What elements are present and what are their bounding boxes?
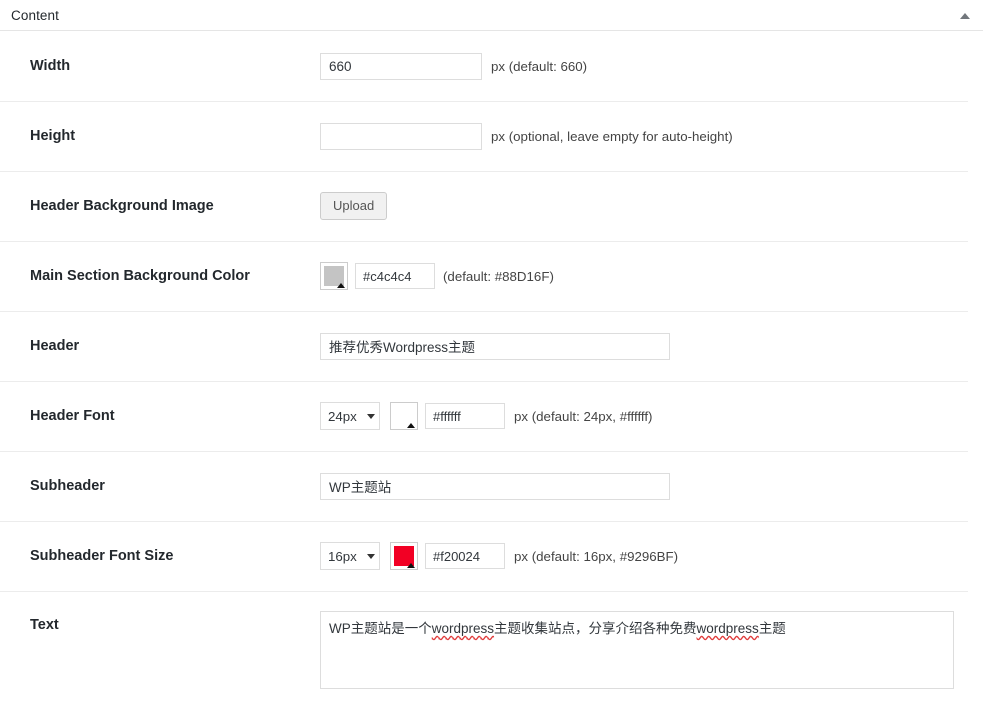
main-bg-color-helper-text: (default: #88D16F) <box>443 269 554 284</box>
row-label-subheader-font-size: Subheader Font Size <box>30 547 320 566</box>
row-header-background-image: Header Background Image Upload <box>0 171 983 241</box>
row-label-width: Width <box>30 57 320 76</box>
row-field-header-font: 24px px (default: 24px, #ffffff) <box>320 402 983 430</box>
row-subheader-font-size: Subheader Font Size 16px px (default: 16… <box>0 521 983 591</box>
row-label-header: Header <box>30 337 320 356</box>
header-font-color-hex-input[interactable] <box>425 403 505 429</box>
caret-up-icon <box>407 423 415 428</box>
text-part-5: 主题 <box>759 621 786 636</box>
upload-button[interactable]: Upload <box>320 192 387 220</box>
row-field-header <box>320 333 983 360</box>
collapse-panel-button[interactable] <box>957 8 973 24</box>
text-part-1: WP主题站是一个 <box>329 621 432 636</box>
caret-up-icon <box>960 13 970 19</box>
chevron-down-icon <box>367 554 375 559</box>
main-bg-color-hex-input[interactable] <box>355 263 435 289</box>
row-field-text: WP主题站是一个wordpress主题收集站点，分享介绍各种免费wordpres… <box>320 611 983 689</box>
row-label-main-section-background-color: Main Section Background Color <box>30 267 320 286</box>
header-font-size-select[interactable]: 24px <box>320 402 380 430</box>
width-input[interactable] <box>320 53 482 80</box>
row-field-header-background-image: Upload <box>320 192 983 220</box>
row-field-subheader <box>320 473 983 500</box>
settings-rows: Width px (default: 660) Height px (optio… <box>0 31 983 689</box>
caret-up-icon <box>337 283 345 288</box>
panel-header: Content <box>0 0 983 31</box>
subheader-font-color-hex-input[interactable] <box>425 543 505 569</box>
row-width: Width px (default: 660) <box>0 31 983 101</box>
row-subheader: Subheader <box>0 451 983 521</box>
header-input[interactable] <box>320 333 670 360</box>
subheader-font-helper-text: px (default: 16px, #9296BF) <box>514 549 678 564</box>
subheader-input[interactable] <box>320 473 670 500</box>
row-header-font: Header Font 24px px (default: 24px, #fff… <box>0 381 983 451</box>
caret-up-icon <box>407 563 415 568</box>
header-font-size-value: 24px <box>328 409 357 424</box>
text-textarea[interactable]: WP主题站是一个wordpress主题收集站点，分享介绍各种免费wordpres… <box>320 611 954 689</box>
subheader-font-size-value: 16px <box>328 549 357 564</box>
main-bg-color-swatch-button[interactable] <box>320 262 348 290</box>
row-label-height: Height <box>30 127 320 146</box>
row-label-header-background-image: Header Background Image <box>30 197 320 216</box>
header-font-color-swatch-button[interactable] <box>390 402 418 430</box>
row-field-subheader-font-size: 16px px (default: 16px, #9296BF) <box>320 542 983 570</box>
width-helper-text: px (default: 660) <box>491 59 587 74</box>
height-input[interactable] <box>320 123 482 150</box>
row-label-text: Text <box>30 611 320 635</box>
row-text: Text WP主题站是一个wordpress主题收集站点，分享介绍各种免费wor… <box>0 591 983 689</box>
subheader-font-size-select[interactable]: 16px <box>320 542 380 570</box>
page-title: Content <box>0 8 59 23</box>
row-field-main-section-background-color: (default: #88D16F) <box>320 262 983 290</box>
chevron-down-icon <box>367 414 375 419</box>
row-main-section-background-color: Main Section Background Color (default: … <box>0 241 983 311</box>
text-part-4-misspelled: wordpress <box>697 621 759 636</box>
text-part-2-misspelled: wordpress <box>432 621 494 636</box>
height-helper-text: px (optional, leave empty for auto-heigh… <box>491 129 733 144</box>
header-font-helper-text: px (default: 24px, #ffffff) <box>514 409 653 424</box>
text-part-3: 主题收集站点，分享介绍各种免费 <box>494 621 697 636</box>
row-label-header-font: Header Font <box>30 407 320 426</box>
row-field-height: px (optional, leave empty for auto-heigh… <box>320 123 983 150</box>
row-label-subheader: Subheader <box>30 477 320 496</box>
subheader-font-color-swatch-button[interactable] <box>390 542 418 570</box>
row-header: Header <box>0 311 983 381</box>
row-field-width: px (default: 660) <box>320 53 983 80</box>
row-height: Height px (optional, leave empty for aut… <box>0 101 983 171</box>
